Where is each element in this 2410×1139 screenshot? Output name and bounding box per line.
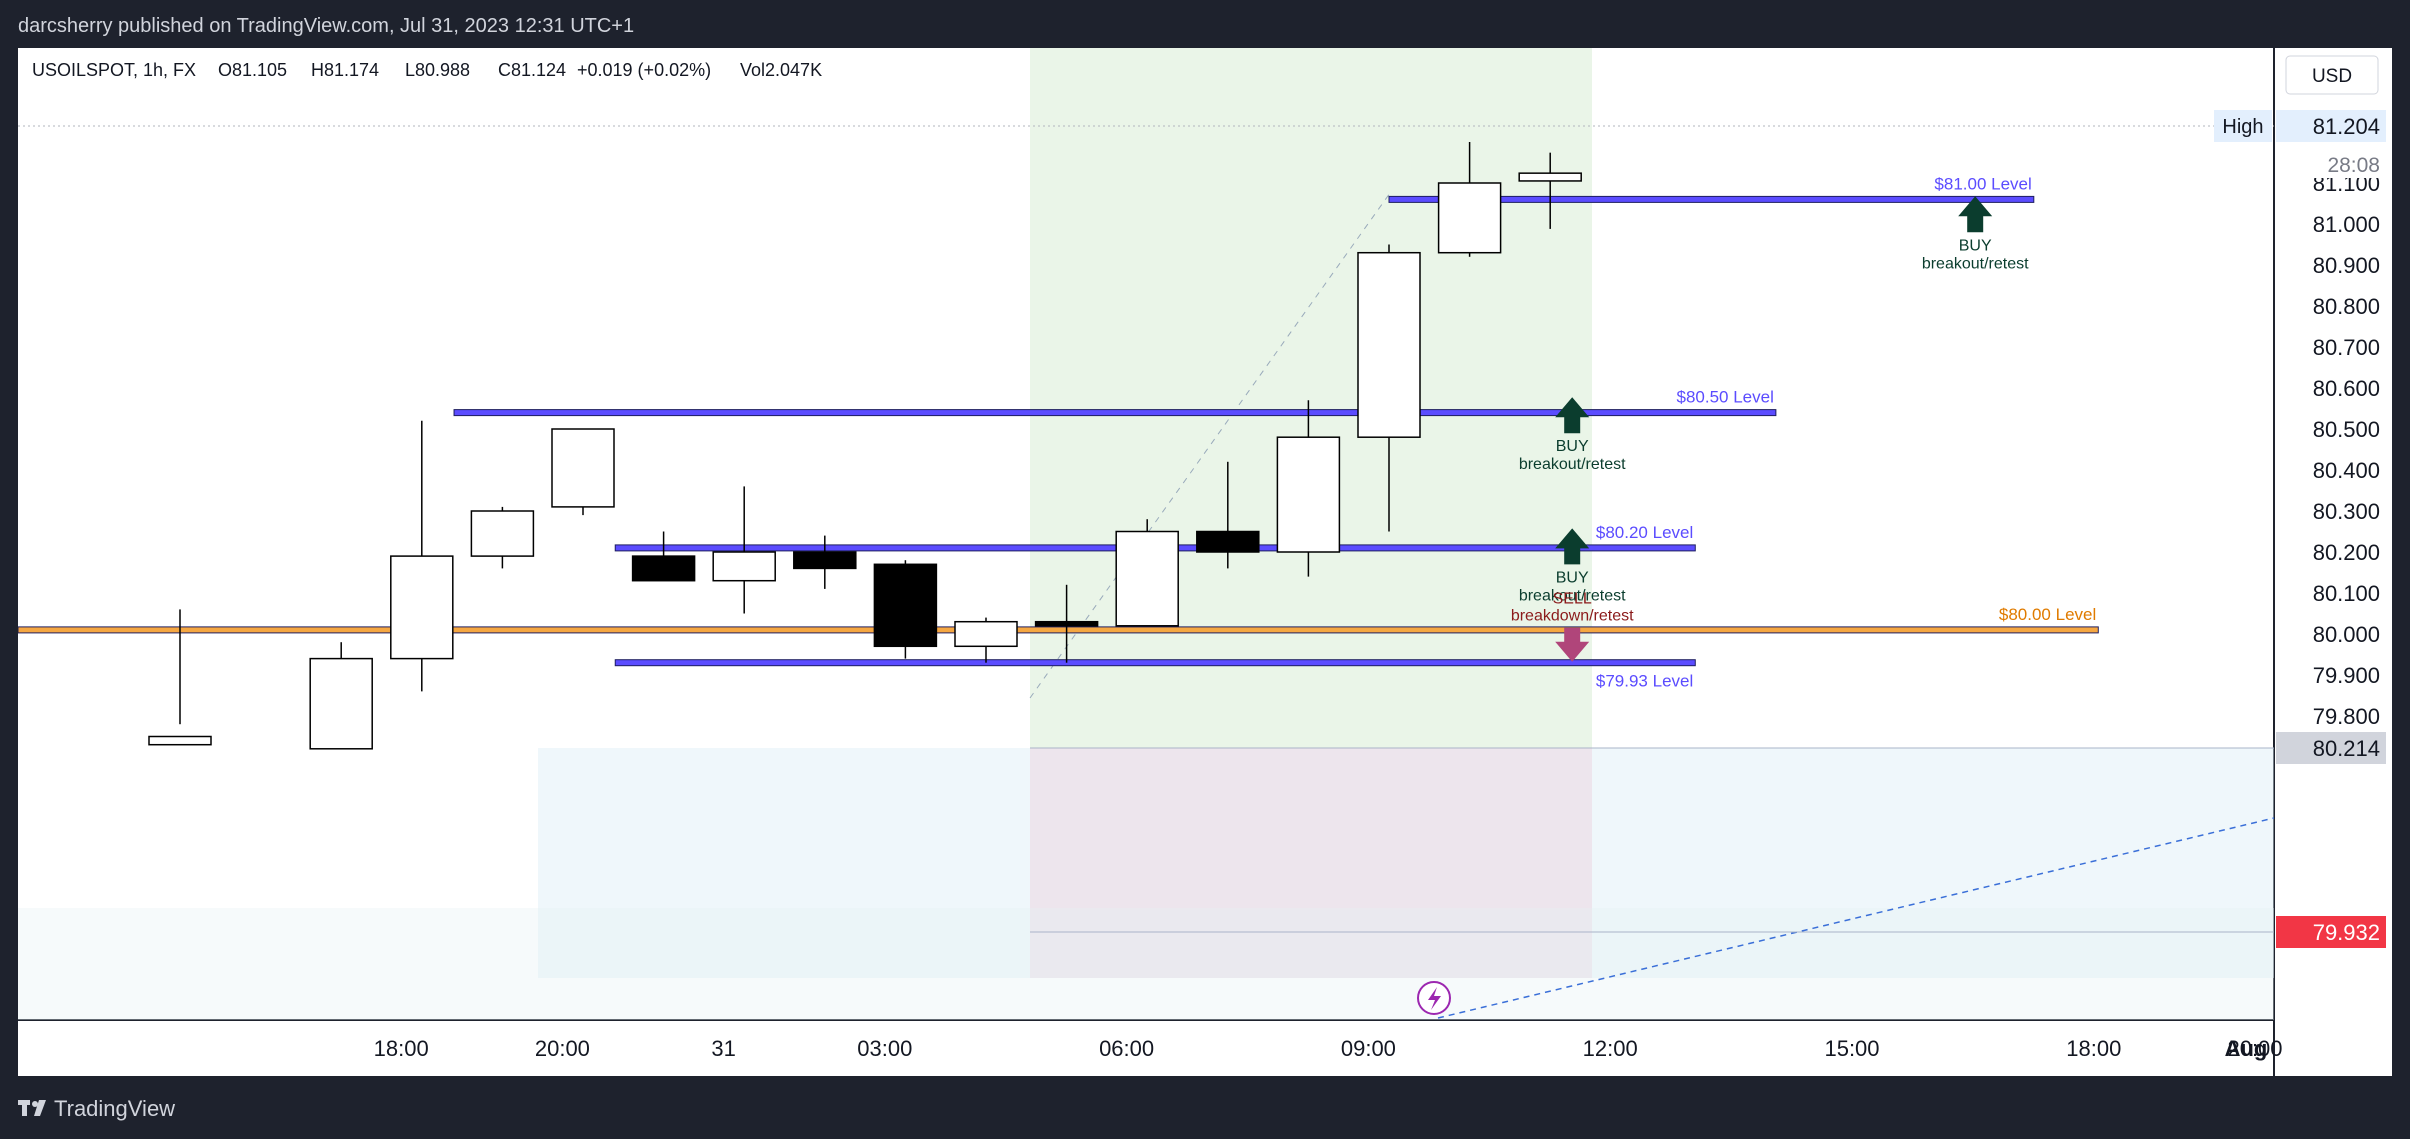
current-price: 79.932 (2313, 920, 2380, 945)
x-tick-label: Aug (2225, 1036, 2268, 1061)
level-line[interactable] (614, 659, 1696, 667)
x-tick-label: 06:00 (1099, 1036, 1154, 1061)
y-tick-label: 80.200 (2313, 540, 2380, 565)
high-value: 81.204 (2313, 114, 2380, 139)
x-tick-label: 03:00 (857, 1036, 912, 1061)
candle-body (390, 555, 454, 660)
candle-body (873, 563, 938, 648)
legend-change: +0.019 (+0.02%) (577, 60, 711, 80)
y-tick-label: 80.000 (2313, 622, 2380, 647)
level-label: $80.50 Level (1677, 388, 1774, 407)
candle-body (1437, 182, 1502, 254)
annotation-text: breakdown/retest (1511, 608, 1634, 625)
legend-open: O81.105 (218, 60, 287, 80)
x-tick-label: 15:00 (1824, 1036, 1879, 1061)
x-tick-label: 18:00 (2066, 1036, 2121, 1061)
y-tick-label: 80.100 (2313, 581, 2380, 606)
level-line[interactable] (18, 626, 2099, 634)
candle-body (551, 428, 615, 508)
currency-label: USD (2312, 66, 2352, 87)
x-tick-label: 18:00 (374, 1036, 429, 1061)
annotation-title: BUY (1556, 569, 1589, 586)
y-tick-label: 81.000 (2313, 212, 2380, 237)
legend-close: C81.124 (498, 60, 566, 80)
y-tick-label: 79.800 (2313, 704, 2380, 729)
publisher-text: darcsherry published on TradingView.com,… (18, 15, 635, 37)
candle-body (793, 551, 857, 570)
level-label: $80.20 Level (1596, 523, 1693, 542)
legend-volume: Vol2.047K (740, 60, 822, 80)
high-tag-label: High (2222, 116, 2263, 138)
chart-frame[interactable]: 81.100 81.000 80.900 80.800 80.700 80.600 80.5… (18, 48, 2392, 1076)
y-tick-label: 80.900 (2313, 253, 2380, 278)
legend-symbol: USOILSPOT, 1h, FX (32, 60, 196, 80)
y-tick-label: 79.900 (2313, 663, 2380, 688)
y-tick-label: 80.700 (2313, 335, 2380, 360)
last-level: 80.214 (2313, 736, 2380, 761)
candle-body (1357, 251, 1421, 438)
annotation-title: SELL (1553, 591, 1592, 608)
y-tick-label: 80.400 (2313, 458, 2380, 483)
candle-body (631, 555, 696, 582)
annotation-title: BUY (1556, 438, 1589, 455)
footer: TradingView (0, 1076, 2410, 1139)
annotation-text: breakout/retest (1519, 456, 1626, 473)
countdown: 28:08 (2327, 154, 2380, 177)
candle-body (470, 510, 535, 557)
x-tick-label: 20:00 (535, 1036, 590, 1061)
legend-high: H81.174 (311, 60, 379, 80)
y-tick-label: 80.800 (2313, 294, 2380, 319)
x-tick-label: 09:00 (1341, 1036, 1396, 1061)
y-tick-label: 80.300 (2313, 499, 2380, 524)
candle-body (1518, 172, 1582, 182)
candle-body (1115, 530, 1179, 627)
green-zone (1030, 48, 1592, 748)
candlestick-chart[interactable]: 81.10081.00080.90080.80080.70080.60080.5… (18, 48, 2392, 1076)
candle-body (1276, 436, 1341, 553)
candle-body (1196, 530, 1260, 553)
lower-band (18, 908, 2274, 1020)
y-tick-label: 80.600 (2313, 376, 2380, 401)
annotation-text: breakout/retest (1922, 255, 2029, 272)
level-label: $79.93 Level (1596, 672, 1693, 691)
candle-body (148, 735, 212, 746)
tradingview-logo-icon (18, 1100, 46, 1116)
footer-brand: TradingView (54, 1096, 176, 1121)
legend-low: L80.988 (405, 60, 470, 80)
x-tick-label: 12:00 (1583, 1036, 1638, 1061)
candle-body (309, 657, 373, 750)
candle-body (1034, 620, 1099, 627)
candle-body (712, 551, 776, 582)
x-tick-label: 31 (711, 1036, 735, 1061)
publisher-header: darcsherry published on TradingView.com,… (0, 0, 2410, 48)
x-axis-ticks: 18:00 20:00 31 03:00 06:00 09:00 12:00 15:00 18:… (374, 1036, 2283, 1061)
level-label: $80.00 Level (1999, 605, 2096, 624)
y-tick-label: 80.500 (2313, 417, 2380, 442)
level-label: $81.00 Level (1934, 174, 2031, 193)
candle-body (954, 620, 1018, 648)
annotation-title: BUY (1959, 237, 1992, 254)
